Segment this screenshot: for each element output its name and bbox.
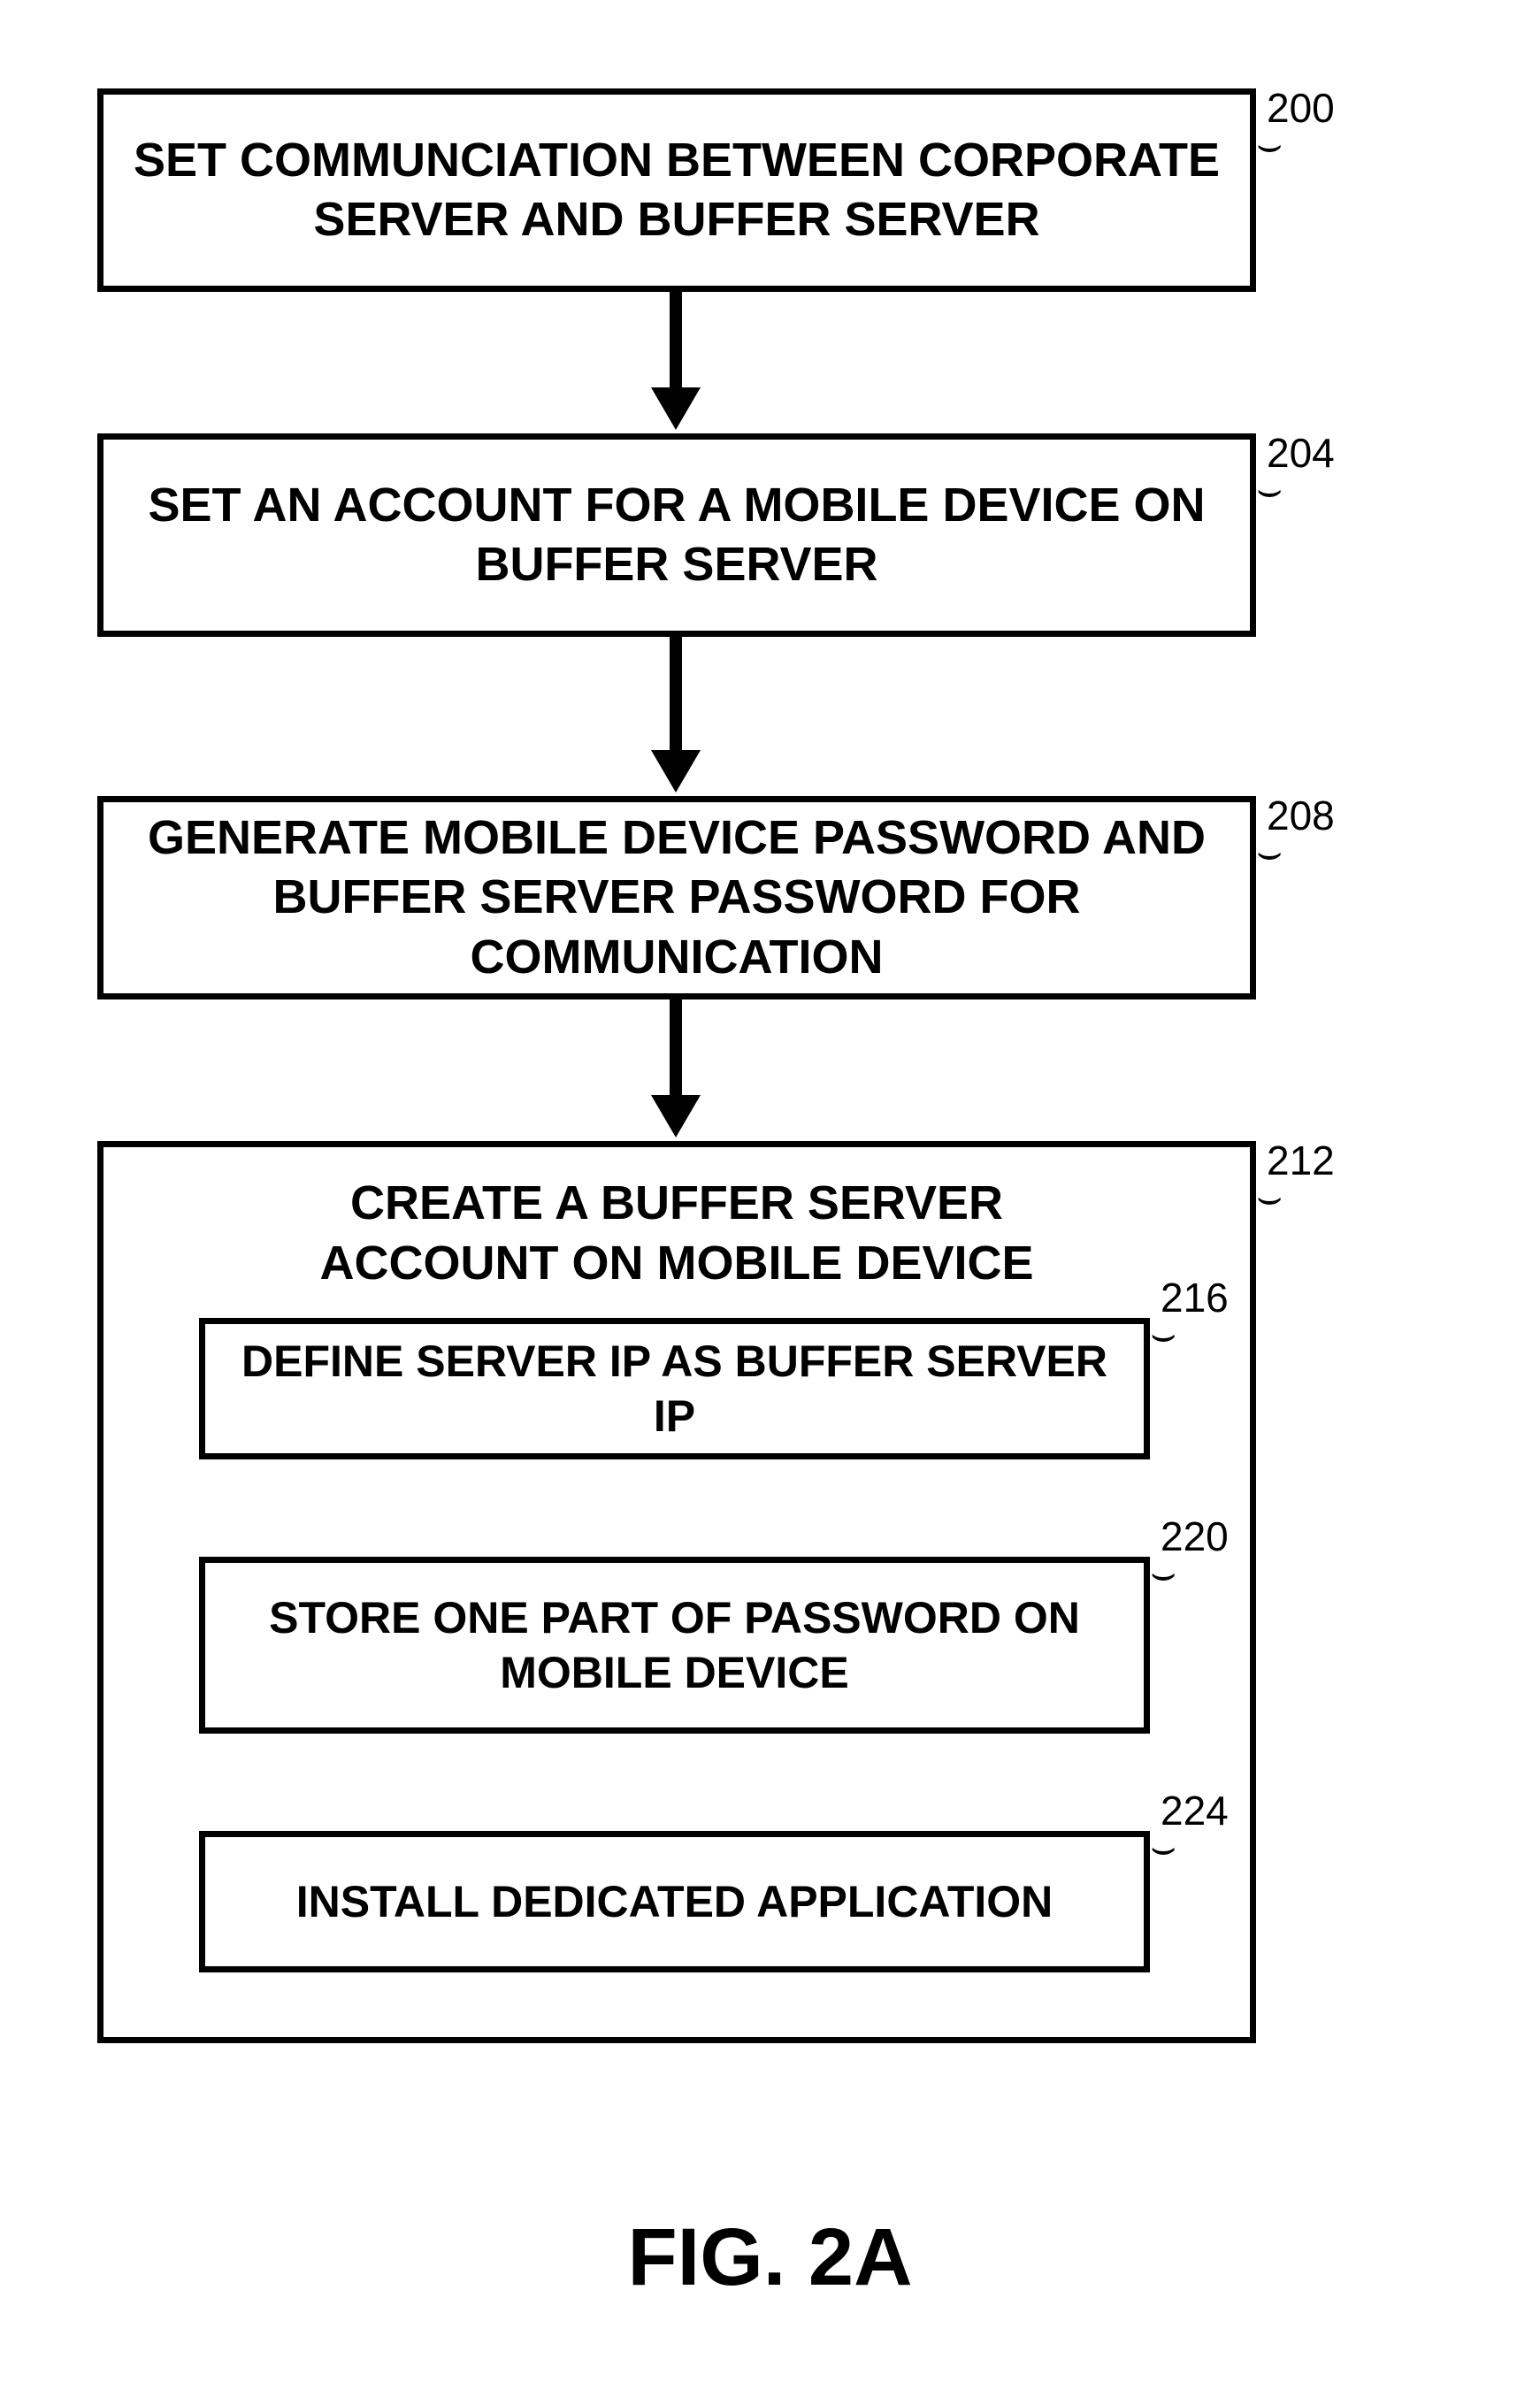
ref-tick-224: ⌣ bbox=[1150, 1826, 1176, 1867]
arrow-208-to-212 bbox=[670, 999, 682, 1097]
ref-tick-212: ⌣ bbox=[1256, 1176, 1283, 1217]
flow-box-204-text: SET AN ACCOUNT FOR A MOBILE DEVICE ON BU… bbox=[130, 476, 1223, 595]
arrow-204-to-208 bbox=[670, 637, 682, 752]
flow-box-200: SET COMMUNCIATION BETWEEN CORPORATE SERV… bbox=[97, 88, 1256, 292]
flow-box-208-text: GENERATE MOBILE DEVICE PASSWORD AND BUFF… bbox=[130, 808, 1223, 988]
flow-box-212-title: CREATE A BUFFER SERVER ACCOUNT ON MOBILE… bbox=[234, 1174, 1119, 1293]
arrow-200-to-204 bbox=[670, 292, 682, 389]
flow-box-200-text: SET COMMUNCIATION BETWEEN CORPORATE SERV… bbox=[130, 131, 1223, 250]
arrow-head-204-to-208 bbox=[651, 750, 701, 793]
arrow-head-200-to-204 bbox=[651, 387, 701, 430]
arrow-head-208-to-212 bbox=[651, 1095, 701, 1137]
flow-box-204: SET AN ACCOUNT FOR A MOBILE DEVICE ON BU… bbox=[97, 433, 1256, 637]
ref-tick-200: ⌣ bbox=[1256, 124, 1283, 165]
flow-box-224: INSTALL DEDICATED APPLICATION bbox=[199, 1831, 1150, 1972]
flow-box-216: DEFINE SERVER IP AS BUFFER SERVER IP bbox=[199, 1318, 1150, 1459]
ref-tick-216: ⌣ bbox=[1150, 1313, 1176, 1354]
flow-box-220: STORE ONE PART OF PASSWORD ON MOBILE DEV… bbox=[199, 1557, 1150, 1734]
ref-tick-220: ⌣ bbox=[1150, 1552, 1176, 1593]
flow-box-216-text: DEFINE SERVER IP AS BUFFER SERVER IP bbox=[232, 1334, 1117, 1444]
flow-box-208: GENERATE MOBILE DEVICE PASSWORD AND BUFF… bbox=[97, 796, 1256, 999]
ref-tick-204: ⌣ bbox=[1256, 469, 1283, 509]
figure-caption: FIG. 2A bbox=[0, 2211, 1540, 2304]
flow-box-220-text: STORE ONE PART OF PASSWORD ON MOBILE DEV… bbox=[232, 1590, 1117, 1701]
ref-tick-208: ⌣ bbox=[1256, 831, 1283, 872]
flow-box-224-text: INSTALL DEDICATED APPLICATION bbox=[296, 1874, 1053, 1930]
